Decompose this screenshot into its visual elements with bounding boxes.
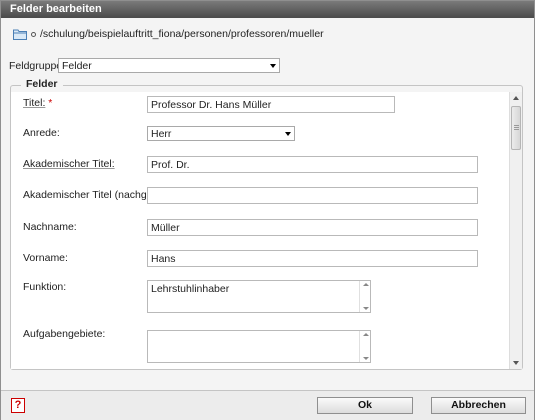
scroll-up-icon[interactable] bbox=[363, 283, 369, 286]
status-circle-icon bbox=[31, 31, 36, 37]
ok-button[interactable]: Ok bbox=[317, 397, 413, 414]
scroll-down-icon[interactable] bbox=[363, 357, 369, 360]
object-path: /schulung/beispielauftritt_fiona/persone… bbox=[13, 27, 324, 41]
scroll-up-icon[interactable] bbox=[363, 333, 369, 336]
path-text: /schulung/beispielauftritt_fiona/persone… bbox=[40, 28, 324, 40]
vorname-label: Vorname: bbox=[23, 252, 68, 264]
aufgaben-textarea[interactable] bbox=[147, 330, 371, 363]
akad-titel-nach-input[interactable] bbox=[147, 187, 478, 204]
nachname-label: Nachname: bbox=[23, 221, 77, 233]
fieldset-legend: Felder bbox=[21, 78, 63, 90]
funktion-textarea[interactable]: Lehrstuhlinhaber bbox=[147, 280, 371, 313]
chevron-down-icon bbox=[270, 64, 276, 68]
help-icon[interactable]: ? bbox=[11, 398, 25, 413]
anrede-select[interactable]: Herr bbox=[147, 126, 295, 141]
textarea-scrollbar[interactable] bbox=[359, 331, 370, 362]
anrede-value: Herr bbox=[151, 128, 172, 140]
scroll-down-icon[interactable] bbox=[363, 307, 369, 310]
akad-titel-input[interactable]: Prof. Dr. bbox=[147, 156, 478, 173]
funktion-value: Lehrstuhlinhaber bbox=[151, 283, 230, 295]
chevron-down-icon bbox=[285, 132, 291, 136]
funktion-label: Funktion: bbox=[23, 281, 67, 293]
scrollbar-thumb[interactable] bbox=[511, 106, 521, 150]
required-mark: * bbox=[48, 97, 53, 109]
vorname-input[interactable]: Hans bbox=[147, 250, 478, 267]
titel-input[interactable]: Professor Dr. Hans Müller bbox=[147, 96, 395, 113]
titel-label: Titel: * bbox=[23, 97, 53, 109]
fieldgroup-select[interactable]: Felder bbox=[58, 58, 280, 73]
edit-fields-dialog: Felder bearbeiten /schulung/beispielauft… bbox=[0, 0, 535, 420]
fields-scrollbar[interactable] bbox=[509, 92, 522, 369]
aufgaben-label: Aufgabengebiete: bbox=[23, 328, 106, 340]
dialog-footer: ? Ok Abbrechen bbox=[1, 390, 534, 420]
fieldgroup-label: Feldgruppe: bbox=[9, 60, 66, 72]
fields-fieldset: Felder Titel: * Professor Dr. Hans Mülle… bbox=[10, 78, 523, 370]
fields-scroll-area[interactable]: Titel: * Professor Dr. Hans Müller Anred… bbox=[11, 92, 522, 369]
scroll-up-icon[interactable] bbox=[513, 96, 519, 100]
textarea-scrollbar[interactable] bbox=[359, 281, 370, 312]
nachname-input[interactable]: Müller bbox=[147, 219, 478, 236]
dialog-title: Felder bearbeiten bbox=[1, 1, 534, 18]
anrede-label: Anrede: bbox=[23, 127, 60, 139]
akad-titel-label: Akademischer Titel: bbox=[23, 158, 115, 170]
fieldgroup-value: Felder bbox=[62, 60, 92, 72]
scroll-down-icon[interactable] bbox=[513, 361, 519, 365]
cancel-button[interactable]: Abbrechen bbox=[431, 397, 526, 414]
folder-icon bbox=[13, 29, 27, 40]
